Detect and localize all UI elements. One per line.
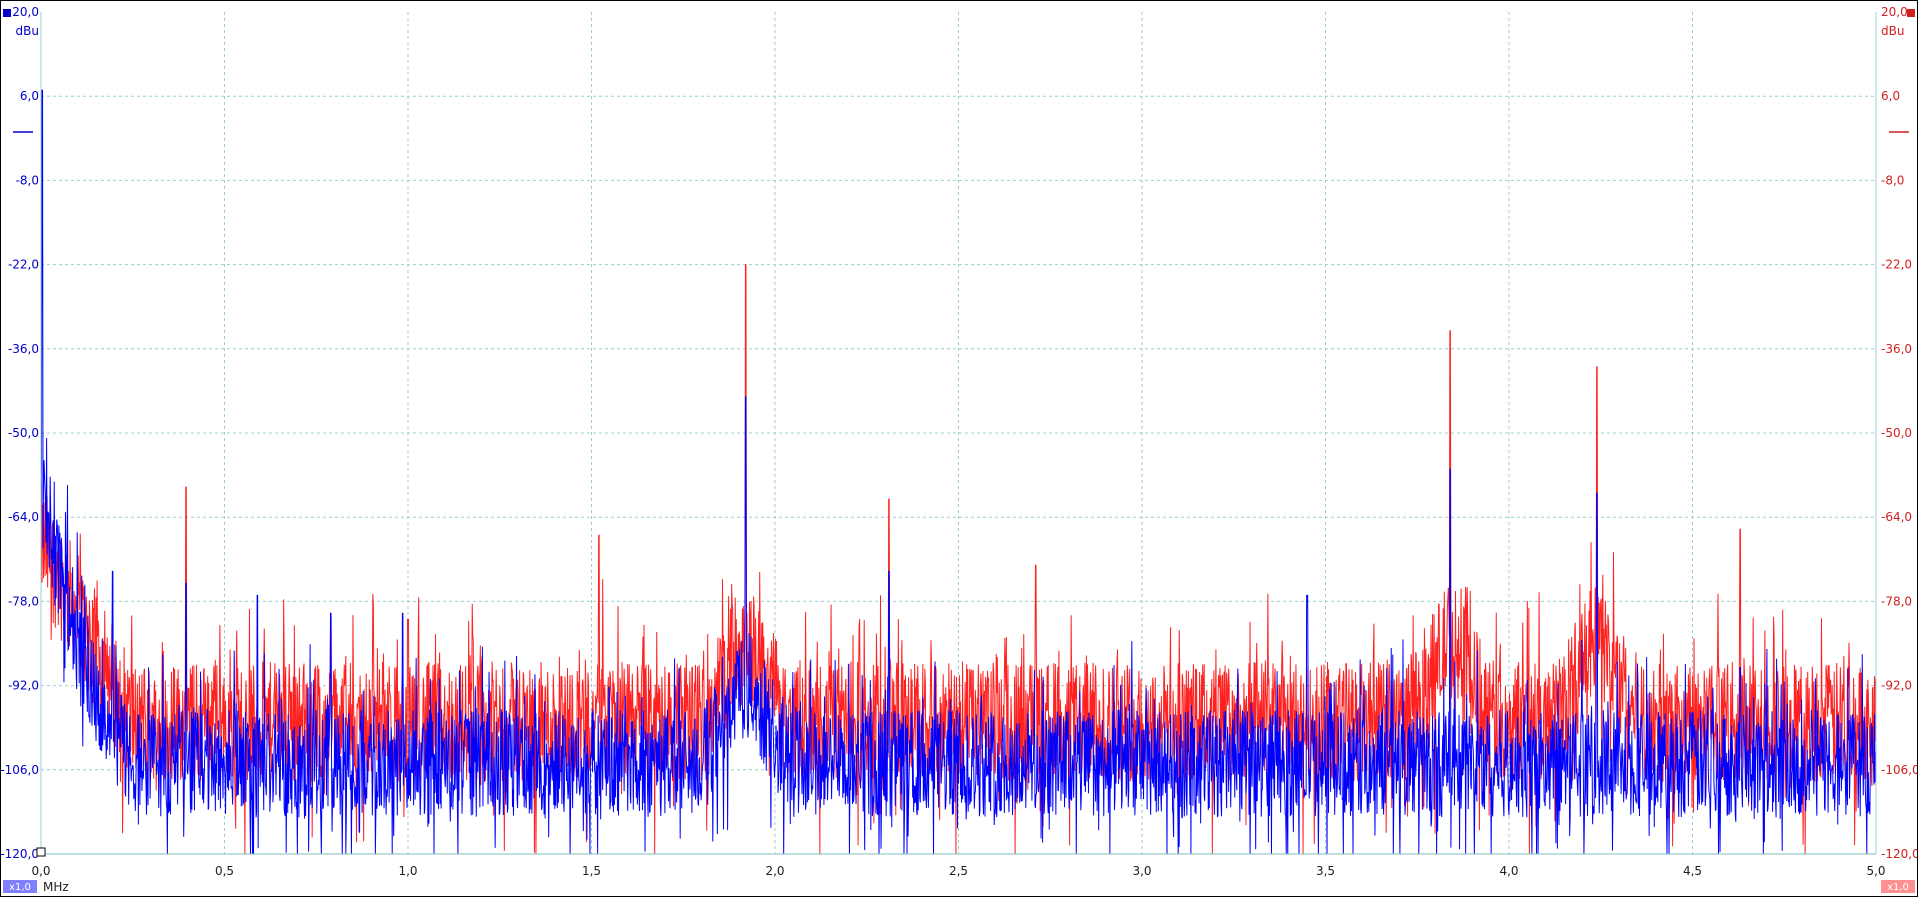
x-unit-label: MHz <box>43 880 69 894</box>
x-tick-label: 5,0 <box>1866 864 1885 878</box>
y-tick-label-right: 6,0 <box>1881 89 1900 103</box>
x-tick-label: 3,5 <box>1316 864 1335 878</box>
right-scale-badge-label: x1,0 <box>1887 882 1909 893</box>
x-tick-label: 0,0 <box>31 864 50 878</box>
y-tick-label-right: -106,0 <box>1881 763 1917 777</box>
y-tick-label-right: -8,0 <box>1881 173 1904 187</box>
y-tick-label-left: -8,0 <box>16 173 39 187</box>
y-tick-label-right: -78,0 <box>1881 594 1912 608</box>
x-tick-label: 4,0 <box>1499 864 1518 878</box>
y-tick-label-left: 20,0 <box>12 5 39 19</box>
y-tick-label-left: -50,0 <box>8 426 39 440</box>
x-tick-label: 0,5 <box>215 864 234 878</box>
x-tick-label: 4,5 <box>1683 864 1702 878</box>
y-tick-label-right: -36,0 <box>1881 342 1912 356</box>
cursor-handle-icon[interactable] <box>36 847 46 857</box>
y-tick-label-right: -64,0 <box>1881 510 1912 524</box>
y-tick-label-right: -50,0 <box>1881 426 1912 440</box>
y-tick-label-left: -36,0 <box>8 342 39 356</box>
y-tick-label-right: 20,0 <box>1881 5 1908 19</box>
left-unit-label: dBu <box>16 24 39 38</box>
y-tick-label-left: -22,0 <box>8 258 39 272</box>
y-tick-label-right: -22,0 <box>1881 258 1912 272</box>
y-tick-label-left: -78,0 <box>8 594 39 608</box>
left-scale-badge-label: x1,0 <box>9 882 31 893</box>
x-tick-label: 1,5 <box>582 864 601 878</box>
right-channel-marker-icon[interactable] <box>1907 9 1915 17</box>
y-tick-label-left: -106,0 <box>1 763 39 777</box>
x-tick-label: 1,0 <box>398 864 417 878</box>
x-tick-label: 3,0 <box>1132 864 1151 878</box>
x-tick-label: 2,5 <box>949 864 968 878</box>
right-unit-label: dBu <box>1881 24 1904 38</box>
left-channel-marker-icon[interactable] <box>3 9 11 17</box>
y-tick-label-left: 6,0 <box>20 89 39 103</box>
y-tick-label-right: -120,0 <box>1881 847 1917 861</box>
y-tick-label-left: -64,0 <box>8 510 39 524</box>
x-tick-label: 2,0 <box>765 864 784 878</box>
spectrum-plot: 20,0 6,0 -8,0 -22,0 -36,0 -50,0 -64,0 -78,0 -92,… <box>1 5 1917 894</box>
y-tick-label-left: -120,0 <box>1 847 39 861</box>
y-tick-label-left: -92,0 <box>8 679 39 693</box>
y-tick-label-right: -92,0 <box>1881 679 1912 693</box>
spectrum-analyzer-window: 20,0 6,0 -8,0 -22,0 -36,0 -50,0 -64,0 -78,0 -92,… <box>0 0 1918 897</box>
